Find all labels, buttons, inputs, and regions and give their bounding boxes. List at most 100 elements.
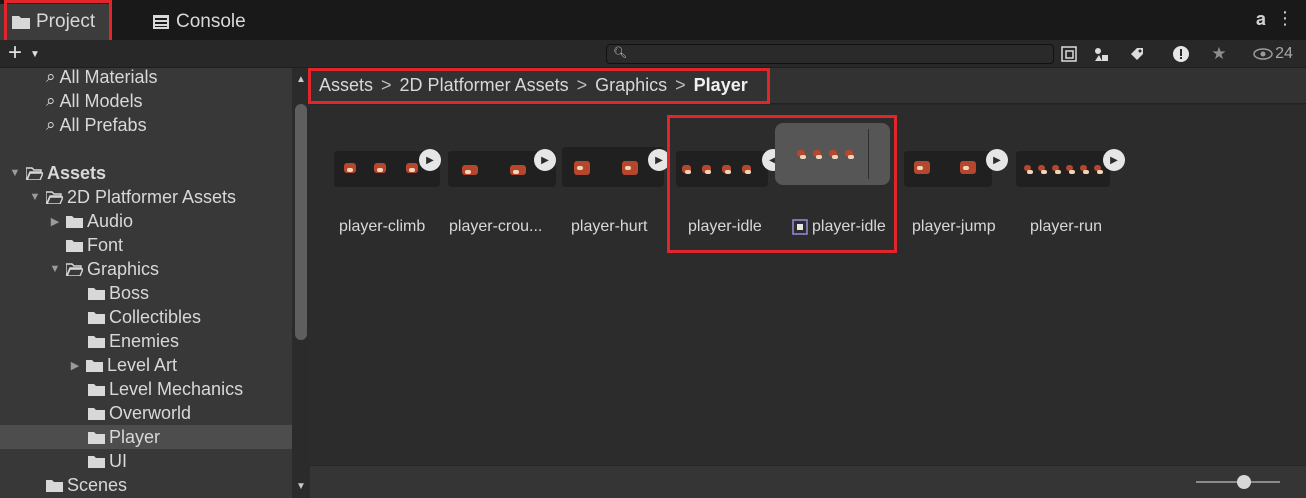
breadcrumb-assets[interactable]: Assets (319, 75, 373, 96)
sidebar-scrollbar[interactable]: ▲ ▼ (292, 68, 310, 498)
asset-label-player-run[interactable]: player-run (1030, 218, 1102, 236)
asset-thumbnail-player-idle[interactable] (676, 151, 768, 187)
favorites-star-icon[interactable]: ★ (1208, 42, 1230, 66)
asset-grid: ▶ player-climb ▶ player-crou... ▶ player… (310, 105, 1306, 465)
search-input[interactable]: 🔍︎ (606, 44, 1054, 64)
more-options-icon[interactable]: ⋮ (1276, 8, 1294, 29)
sidebar-item-label: Assets (47, 162, 107, 183)
asset-label-player-climb[interactable]: player-climb (339, 218, 425, 236)
asset-thumbnail-player-idle-sub[interactable] (795, 145, 867, 165)
breadcrumb-2d-platformer-assets[interactable]: 2D Platformer Assets (400, 75, 569, 96)
asset-thumbnail-player-jump[interactable] (904, 151, 992, 187)
project-folder-tree: ⌕ All Materials ⌕ All Models ⌕ All Prefabs ▼ As… (0, 68, 292, 498)
icon-size-slider-knob[interactable] (1237, 475, 1251, 489)
asset-thumbnail-player-run[interactable] (1016, 151, 1110, 187)
tab-project[interactable]: Project (0, 4, 110, 40)
breadcrumb-separator: > (381, 75, 392, 95)
search-icon: 🔍︎ (613, 47, 627, 59)
sidebar-item-all-prefabs[interactable]: ⌕ All Prefabs (0, 113, 292, 137)
chevron-right-icon[interactable]: ▶ (48, 215, 62, 228)
filter-by-type-icon[interactable] (1090, 42, 1112, 66)
sidebar-item-label: Level Art (107, 354, 178, 375)
tab-console[interactable]: Console (140, 4, 270, 40)
sidebar-item-overworld[interactable]: Overworld (0, 401, 292, 425)
sidebar-item-audio[interactable]: ▶ Audio (0, 209, 292, 233)
folder-icon (66, 239, 83, 252)
sidebar-item-assets[interactable]: ▼ Assets (0, 161, 292, 185)
animation-clip-icon (792, 219, 808, 235)
folder-icon (86, 359, 103, 372)
sidebar-item-label: Scenes (67, 474, 128, 495)
scrollbar-thumb[interactable] (295, 104, 307, 340)
chevron-down-icon[interactable]: ▼ (8, 167, 22, 179)
expand-play-icon[interactable]: ▶ (419, 149, 441, 171)
tab-project-label: Project (36, 11, 96, 32)
sidebar-item-label: Player (109, 426, 161, 447)
expand-play-icon[interactable]: ▶ (1103, 149, 1125, 171)
sidebar-item-label: Audio (87, 210, 134, 231)
sidebar-item-boss[interactable]: Boss (0, 281, 292, 305)
tab-bar: Project Console 𝐚 ⋮ (0, 0, 1306, 40)
create-button[interactable]: + (8, 40, 22, 66)
console-icon (153, 15, 169, 29)
sidebar-item-label: Level Mechanics (109, 378, 244, 399)
sidebar-item-label: Enemies (109, 330, 180, 351)
sidebar-item-level-art[interactable]: ▶ Level Art (0, 353, 292, 377)
expand-play-icon[interactable]: ▶ (648, 149, 670, 171)
breadcrumb-graphics[interactable]: Graphics (595, 75, 667, 96)
expand-play-icon[interactable]: ▶ (986, 149, 1008, 171)
sidebar-item-player[interactable]: Player (0, 425, 292, 449)
breadcrumb-separator: > (675, 75, 686, 95)
folder-icon (88, 335, 105, 348)
sidebar-item-ui[interactable]: UI (0, 449, 292, 473)
chevron-right-icon[interactable]: ▶ (68, 359, 82, 372)
log-types-icon[interactable] (1170, 42, 1192, 66)
sidebar-item-level-mechanics[interactable]: Level Mechanics (0, 377, 292, 401)
visibility-toggle[interactable]: 24 (1248, 42, 1298, 66)
sidebar-item-2d-platformer-assets[interactable]: ▼ 2D Platformer Assets (0, 185, 292, 209)
expand-play-icon[interactable]: ▶ (534, 149, 556, 171)
search-icon: ⌕ (46, 91, 56, 110)
sidebar-item-enemies[interactable]: Enemies (0, 329, 292, 353)
grid-bottom-bar (310, 466, 1306, 498)
folder-icon (88, 431, 105, 444)
sidebar-item-collectibles[interactable]: Collectibles (0, 305, 292, 329)
sub-asset-panel (775, 123, 890, 185)
sidebar-item-label: Graphics (87, 258, 160, 279)
asset-label-player-hurt[interactable]: player-hurt (571, 218, 647, 236)
sidebar-item-label: All Prefabs (59, 114, 147, 135)
search-by-type-icon[interactable] (1058, 42, 1080, 66)
sidebar-item-label: 2D Platformer Assets (67, 186, 237, 207)
sidebar-item-all-models[interactable]: ⌕ All Models (0, 89, 292, 113)
scroll-down-icon[interactable]: ▼ (296, 481, 306, 492)
scroll-up-icon[interactable]: ▲ (296, 74, 306, 85)
sidebar-item-all-materials[interactable]: ⌕ All Materials (0, 68, 292, 89)
chevron-down-icon[interactable]: ▼ (30, 49, 40, 60)
eye-icon (1253, 48, 1273, 60)
sidebar-item-font[interactable]: Font (0, 233, 292, 257)
lock-icon[interactable]: 𝐚 (1256, 9, 1266, 30)
sidebar-item-graphics[interactable]: ▼ Graphics (0, 257, 292, 281)
folder-icon (88, 383, 105, 396)
sidebar-item-scenes[interactable]: Scenes (0, 473, 292, 497)
sidebar-item-label: All Models (59, 90, 143, 111)
asset-label-player-jump[interactable]: player-jump (912, 218, 996, 236)
breadcrumb-separator: > (576, 75, 588, 95)
tab-console-label: Console (176, 11, 246, 32)
chevron-down-icon[interactable]: ▼ (28, 191, 42, 203)
filter-by-label-icon[interactable] (1126, 42, 1148, 66)
asset-label-player-idle-sub[interactable]: player-idle (812, 218, 886, 236)
breadcrumb: Assets > 2D Platformer Assets > Graphics… (310, 68, 1306, 104)
project-toolbar: + ▼ 🔍︎ ★ 24 (0, 40, 1306, 68)
chevron-down-icon[interactable]: ▼ (48, 263, 62, 275)
asset-label-player-idle[interactable]: player-idle (688, 218, 762, 236)
asset-label-player-crouch[interactable]: player-crou... (449, 218, 542, 236)
folder-open-icon (26, 166, 43, 180)
breadcrumb-player[interactable]: Player (694, 75, 748, 96)
asset-thumbnail-player-hurt[interactable] (562, 147, 664, 187)
folder-open-icon (46, 190, 63, 204)
sidebar-item-label: Boss (109, 282, 150, 303)
search-icon: ⌕ (46, 115, 56, 134)
folder-open-icon (66, 262, 83, 276)
sidebar-item-label: All Materials (59, 68, 158, 87)
